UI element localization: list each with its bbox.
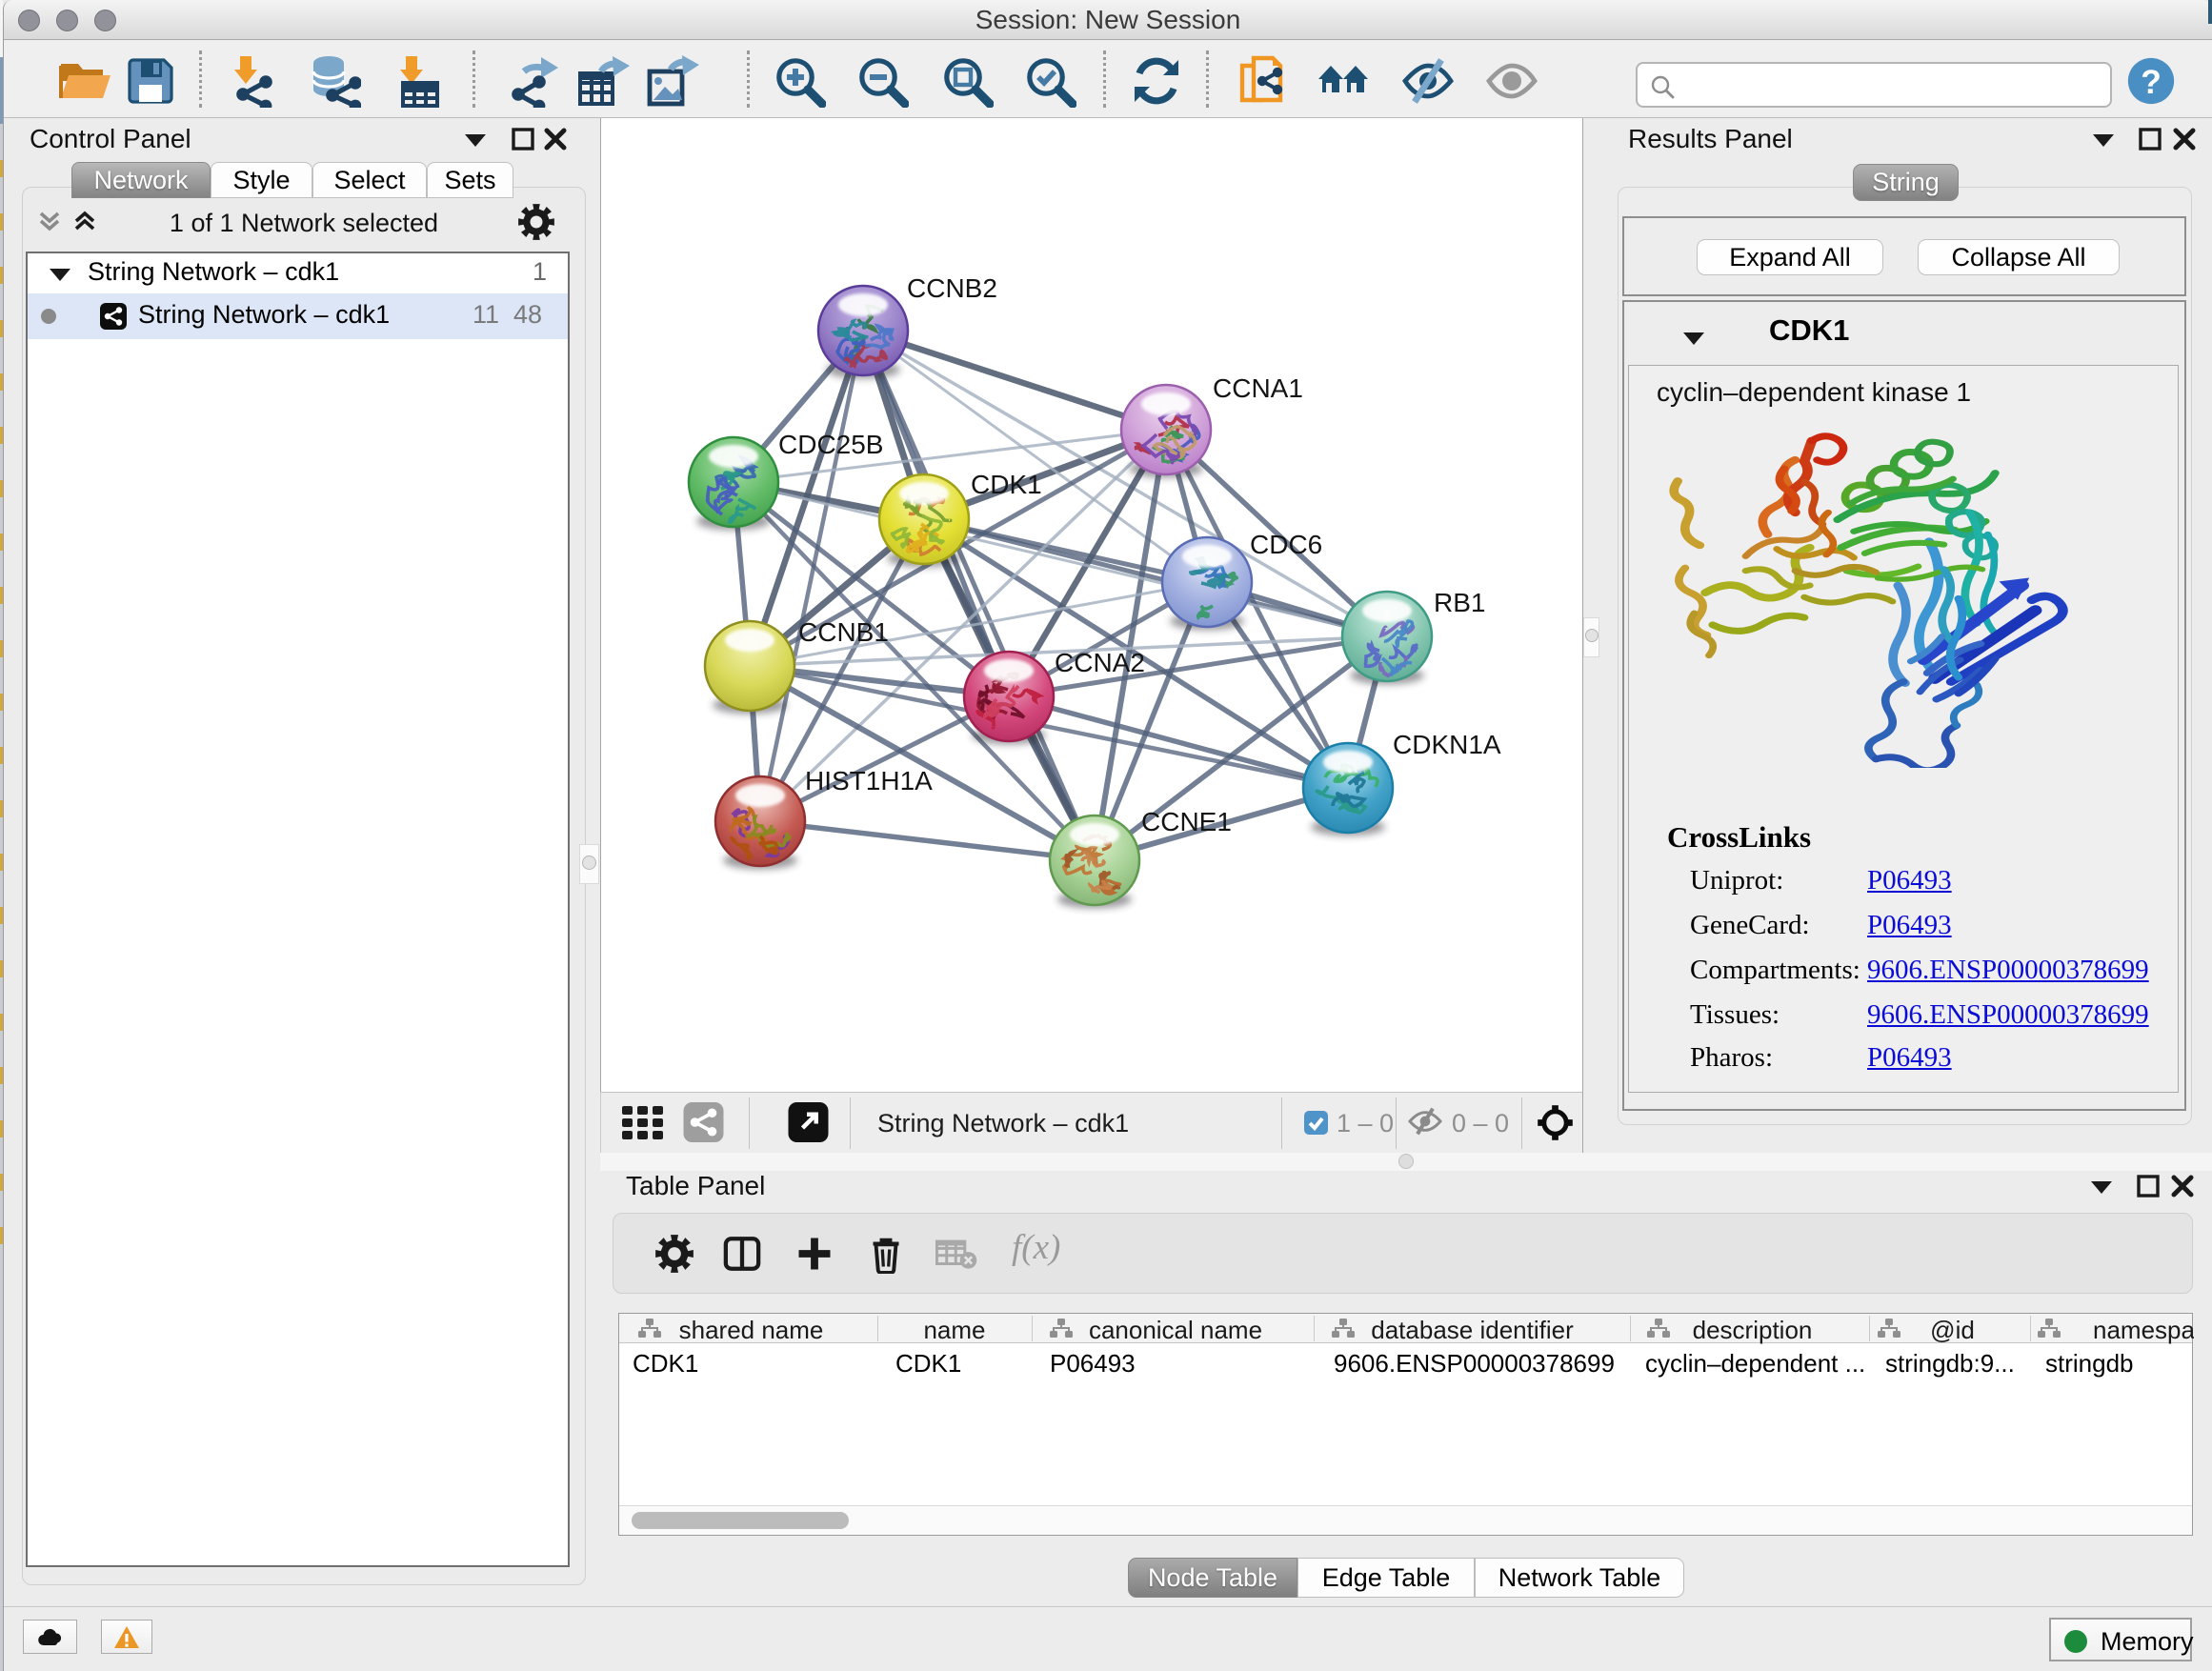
svg-text:CDK1: CDK1 — [971, 470, 1042, 499]
svg-text:RB1: RB1 — [1434, 588, 1485, 617]
svg-text:CCNB2: CCNB2 — [907, 273, 997, 303]
svg-text:CCNA1: CCNA1 — [1213, 373, 1303, 403]
svg-text:?: ? — [2141, 64, 2162, 101]
svg-text:CDC25B: CDC25B — [778, 430, 883, 459]
svg-text:CDC6: CDC6 — [1250, 530, 1322, 559]
svg-text:CDKN1A: CDKN1A — [1393, 730, 1501, 759]
svg-text:HIST1H1A: HIST1H1A — [805, 766, 933, 795]
svg-text:CCNB1: CCNB1 — [798, 617, 889, 647]
svg-text:CCNA2: CCNA2 — [1055, 648, 1145, 677]
svg-text:CCNE1: CCNE1 — [1141, 807, 1232, 836]
